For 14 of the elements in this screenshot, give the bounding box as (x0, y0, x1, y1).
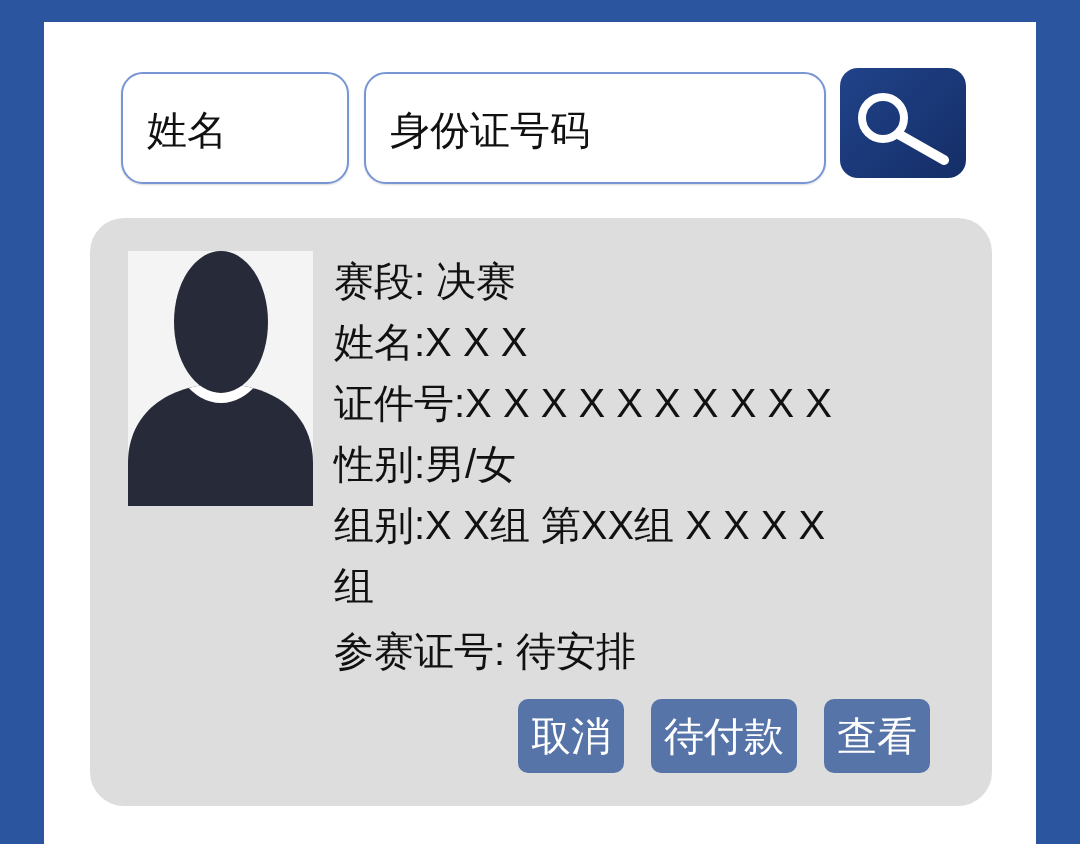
pay-button[interactable]: 待付款 (651, 699, 797, 773)
info-text: 参赛证号: 待安排 (334, 628, 638, 675)
person-silhouette-icon (128, 251, 313, 506)
search-button[interactable] (840, 68, 966, 178)
cancel-button[interactable]: 取消 (518, 699, 624, 773)
info-text: 性别:男/女 (334, 441, 518, 488)
view-button[interactable]: 查看 (824, 699, 930, 773)
info-text: 组别:X X组 第XX组 X X X X组 (334, 502, 827, 610)
info-text: 姓名:X X X (334, 319, 529, 366)
name-field[interactable]: 姓名 (121, 72, 349, 184)
id-number-field[interactable]: 身份证号码 (364, 72, 826, 184)
info-text: 证件号:X X X X X X X X X X (334, 380, 833, 427)
info-text: 赛段: 决赛 (334, 258, 518, 305)
search-icon (857, 92, 949, 165)
